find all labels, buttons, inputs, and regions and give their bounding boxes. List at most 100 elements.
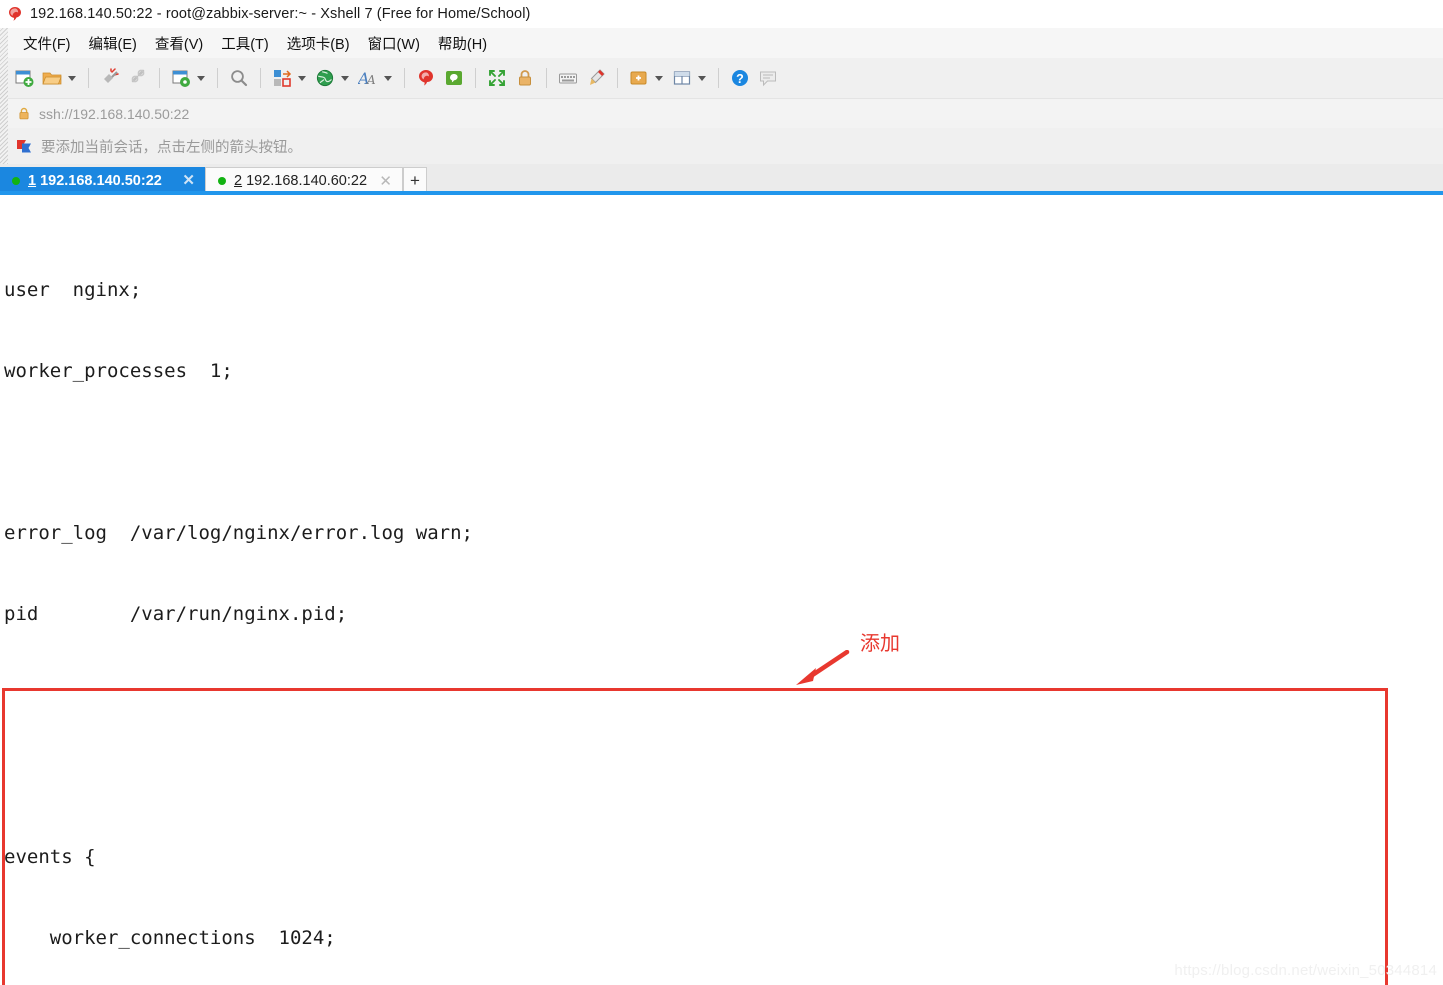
address-input[interactable]: ssh://192.168.140.50:22 (39, 106, 189, 122)
tab-close-icon[interactable]: ✕ (180, 173, 197, 188)
reconnect-icon (127, 67, 149, 89)
open-session-chevron-down-icon[interactable] (68, 75, 76, 81)
open-folder-icon (41, 67, 63, 89)
toolbar-chat-button[interactable] (754, 63, 782, 93)
toolbar-font-size-button[interactable]: A A (354, 63, 382, 93)
toolbar-highlight-pen-button[interactable] (582, 63, 610, 93)
annotation-label: 添加 (860, 631, 900, 655)
terminal-line: error_log /var/log/nginx/error.log warn; (4, 522, 473, 544)
toolbar-find-button[interactable] (225, 63, 253, 93)
file-transfer-icon (271, 67, 293, 89)
svg-text:?: ? (736, 72, 744, 86)
fullscreen-icon (486, 67, 508, 89)
disconnect-icon (99, 67, 121, 89)
menu-file[interactable]: 文件(F) (14, 31, 80, 56)
toolbar-session-properties-button[interactable] (167, 63, 195, 93)
split-layout-chevron-down-icon[interactable] (698, 75, 706, 81)
session-properties-chevron-down-icon[interactable] (197, 75, 205, 81)
toolbar-disconnect-button[interactable] (96, 63, 124, 93)
address-bar[interactable]: ssh://192.168.140.50:22 (0, 98, 1443, 128)
keyboard-icon (557, 67, 579, 89)
lock-icon (18, 107, 30, 120)
bookmark-flag-icon (16, 139, 33, 154)
svg-text:A: A (366, 73, 376, 87)
toolbar-file-transfer-button[interactable] (268, 63, 296, 93)
toolbar-separator (159, 68, 160, 88)
terminal-line: worker_processes 1; (4, 360, 233, 382)
arrow-down-left-icon (796, 650, 850, 685)
menu-help[interactable]: 帮助(H) (429, 31, 496, 56)
toolbar-separator (617, 68, 618, 88)
toolbar-separator (260, 68, 261, 88)
help-icon: ? (729, 67, 751, 89)
toolbar-separator (88, 68, 89, 88)
tab-close-icon[interactable]: ✕ (377, 174, 394, 189)
globe-chevron-down-icon[interactable] (341, 75, 349, 81)
tab-192-168-140-50[interactable]: 1 192.168.140.50:22 ✕ (0, 167, 205, 194)
toolbar-split-layout-button[interactable] (668, 63, 696, 93)
toolbar-globe-button[interactable] (311, 63, 339, 93)
tab-bar: 1 192.168.140.50:22 ✕ 2 192.168.140.60:2… (0, 164, 1443, 194)
menu-tabs[interactable]: 选项卡(B) (278, 31, 359, 56)
toolbar-open-session-button[interactable] (38, 63, 66, 93)
globe-icon (314, 67, 336, 89)
menu-view[interactable]: 查看(V) (146, 31, 212, 56)
terminal-line: pid /var/run/nginx.pid; (4, 603, 348, 625)
title-bar: 192.168.140.50:22 - root@zabbix-server:~… (0, 0, 1443, 28)
session-hint-bar: 要添加当前会话，点击左侧的箭头按钮。 (0, 128, 1443, 164)
tab-status-dot-icon (218, 177, 226, 185)
terminal-line: events { (4, 846, 96, 868)
file-transfer-chevron-down-icon[interactable] (298, 75, 306, 81)
xagent-icon (443, 67, 465, 89)
toolbar-xftp-button[interactable] (412, 63, 440, 93)
tab-status-dot-icon (12, 176, 20, 185)
font-size-chevron-down-icon[interactable] (384, 75, 392, 81)
toolbar-new-tab-button[interactable] (625, 63, 653, 93)
menu-edit[interactable]: 编辑(E) (80, 31, 146, 56)
terminal-view[interactable]: user nginx; worker_processes 1; error_lo… (0, 195, 1443, 985)
toolbar-keyboard-button[interactable] (554, 63, 582, 93)
tab-label: 192.168.140.50:22 (40, 172, 162, 189)
tab-label: 192.168.140.60:22 (246, 173, 368, 189)
new-tab-icon (628, 67, 650, 89)
toolbar-separator (718, 68, 719, 88)
xftp-icon (415, 67, 437, 89)
tab-192-168-140-60[interactable]: 2 192.168.140.60:22 ✕ (205, 167, 403, 194)
toolbar-new-session-button[interactable] (10, 63, 38, 93)
terminal-line: worker_connections 1024; (4, 927, 336, 949)
terminal-text: user nginx; worker_processes 1; error_lo… (4, 223, 1091, 985)
add-tab-button[interactable]: + (403, 167, 427, 194)
tab-index: 1 (28, 172, 37, 189)
toolbar-separator (475, 68, 476, 88)
toolbar-help-button[interactable]: ? (726, 63, 754, 93)
tab-index: 2 (234, 173, 243, 189)
new-session-icon (13, 67, 35, 89)
find-icon (228, 67, 250, 89)
terminal-line: user nginx; (4, 279, 142, 301)
toolbar-xagent-button[interactable] (440, 63, 468, 93)
toolbar-reconnect-button[interactable] (124, 63, 152, 93)
session-hint-text: 要添加当前会话，点击左侧的箭头按钮。 (41, 139, 302, 156)
toolbar-separator (217, 68, 218, 88)
split-layout-icon (671, 67, 693, 89)
menu-bar: 文件(F) 编辑(E) 查看(V) 工具(T) 选项卡(B) 窗口(W) 帮助(… (0, 28, 1443, 58)
toolbar-fullscreen-button[interactable] (483, 63, 511, 93)
menu-tools[interactable]: 工具(T) (212, 31, 278, 56)
watermark-text: https://blog.csdn.net/weixin_50344814 (1174, 962, 1437, 979)
toolbar-lock-session-button[interactable] (511, 63, 539, 93)
toolbar: A A ? (0, 58, 1443, 98)
lock-session-icon (514, 67, 536, 89)
session-properties-icon (170, 67, 192, 89)
toolbar-drag-handle[interactable] (0, 28, 8, 164)
xshell-logo-icon (6, 5, 24, 23)
xshell-window: 192.168.140.50:22 - root@zabbix-server:~… (0, 0, 1443, 985)
new-tab-chevron-down-icon[interactable] (655, 75, 663, 81)
highlight-pen-icon (585, 67, 607, 89)
toolbar-separator (404, 68, 405, 88)
font-size-icon: A A (357, 67, 379, 89)
window-title: 192.168.140.50:22 - root@zabbix-server:~… (30, 6, 531, 22)
menu-window[interactable]: 窗口(W) (359, 31, 429, 56)
chat-icon (757, 67, 779, 89)
